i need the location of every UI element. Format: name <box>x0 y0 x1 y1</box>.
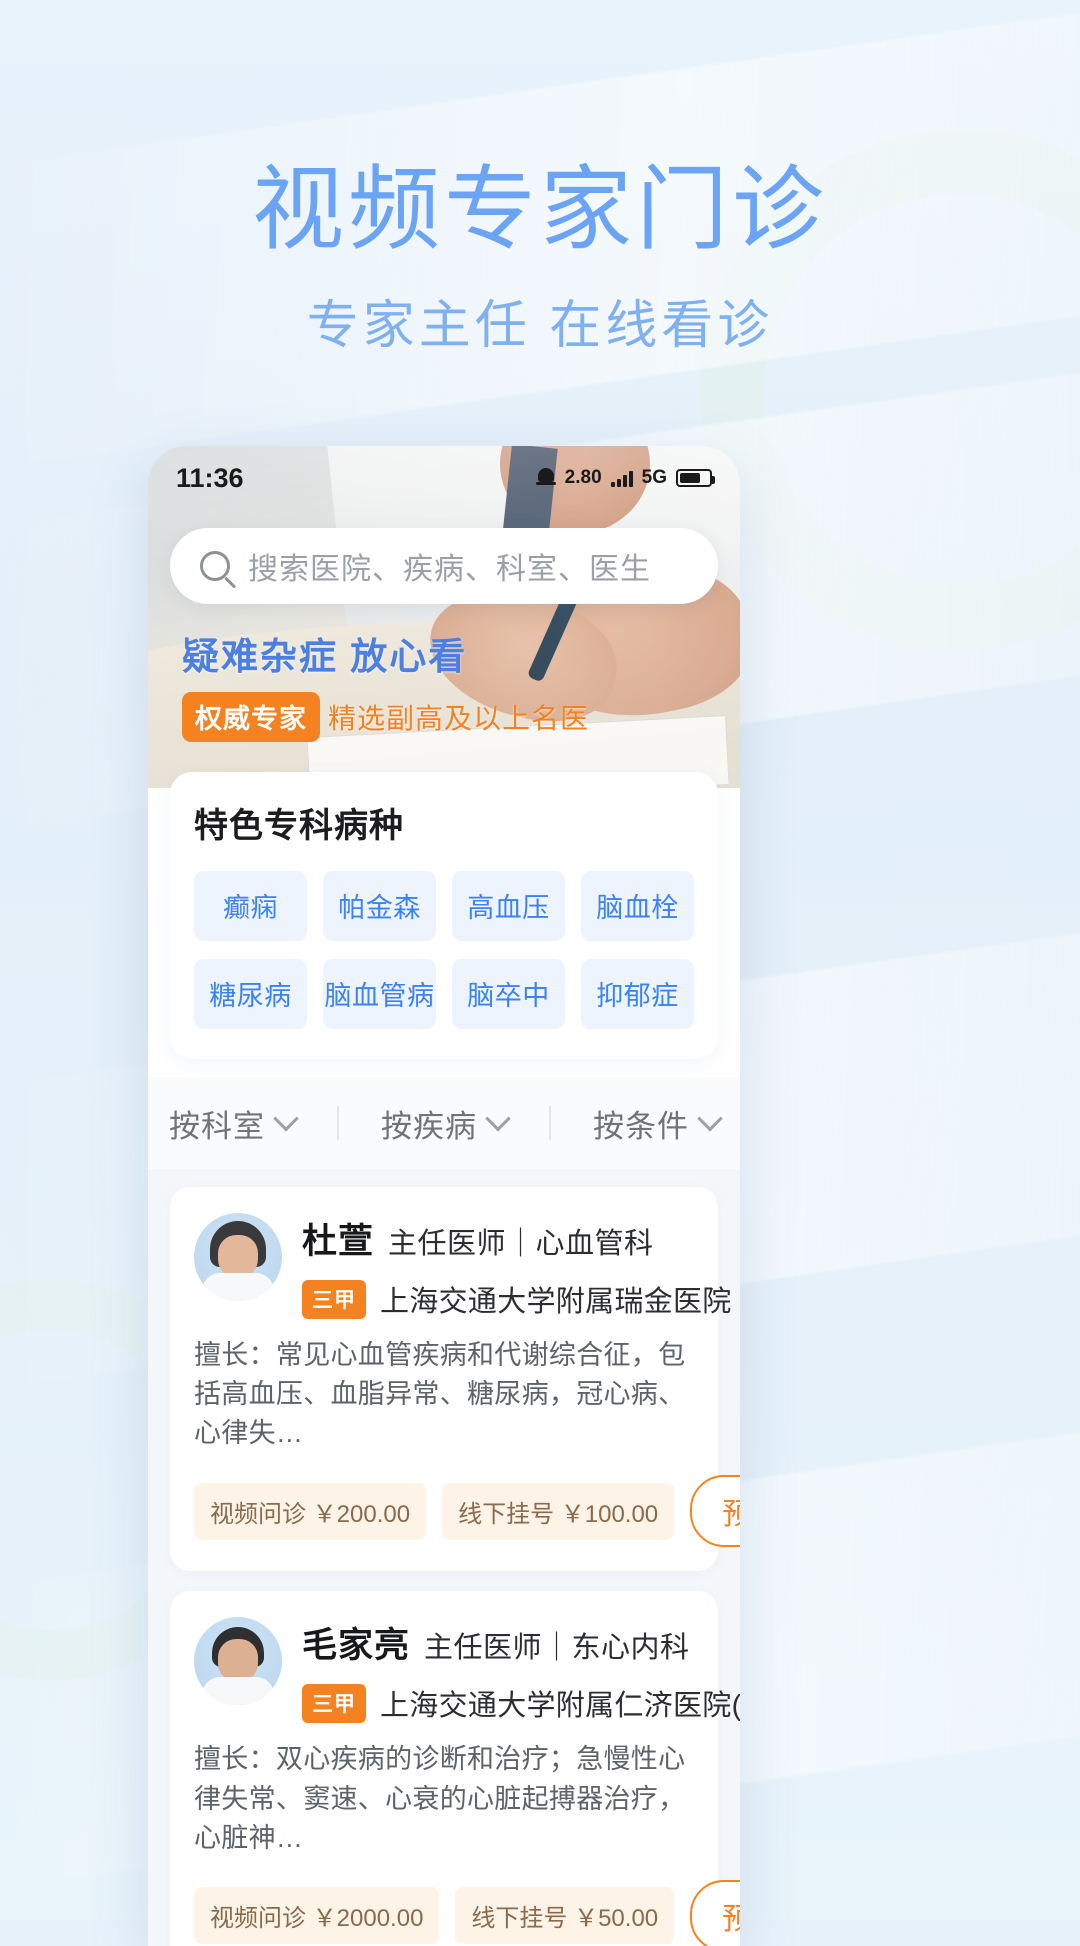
avatar-coat <box>202 1677 274 1706</box>
specialty-tag[interactable]: 帕金森 <box>323 871 436 941</box>
price-video-chip: 视频问诊 ￥200.00 <box>194 1482 427 1540</box>
bell-mute-icon <box>535 468 556 488</box>
hospital-grade-badge: 三甲 <box>302 1279 366 1319</box>
book-button[interactable]: 预约 <box>690 1879 740 1946</box>
doctor-title: 主任医师｜东心内科 <box>424 1632 690 1665</box>
filter-department-label: 按科室 <box>169 1108 265 1144</box>
specialty-tag[interactable]: 癫痫 <box>194 871 307 941</box>
specialty-tag-grid: 癫痫 帕金森 高血压 脑血栓 糖尿病 脑血管病 脑卒中 抑郁症 <box>194 871 694 1029</box>
page-title: 视频专家门诊 <box>251 159 828 261</box>
search-icon <box>200 551 230 581</box>
doctor-list: 杜萱 主任医师｜心血管科 三甲 上海交通大学附属瑞金医院 擅长：常见心血管疾病和… <box>148 1169 740 1946</box>
battery-icon <box>676 469 715 487</box>
phone-mockup: 11:36 2.80 5G 搜索医院、疾病、科室、医生 疑难杂症 放心看 权威专… <box>148 446 740 1946</box>
status-bar-indicators: 2.80 5G <box>535 467 715 489</box>
filter-condition[interactable]: 按条件 <box>593 1101 723 1146</box>
doctor-info: 杜萱 主任医师｜心血管科 三甲 上海交通大学附属瑞金医院 <box>302 1213 731 1320</box>
status-bar-signal-label: 5G <box>641 467 667 488</box>
filter-disease[interactable]: 按疾病 <box>381 1101 511 1146</box>
specialty-tag[interactable]: 抑郁症 <box>581 959 694 1029</box>
filter-bar: 按科室 按疾病 按条件 <box>148 1077 740 1169</box>
doctor-card[interactable]: 杜萱 主任医师｜心血管科 三甲 上海交通大学附属瑞金医院 擅长：常见心血管疾病和… <box>170 1187 740 1572</box>
chevron-down-icon <box>485 1106 511 1132</box>
status-bar: 11:36 2.80 5G <box>148 446 740 510</box>
specialty-tag[interactable]: 脑卒中 <box>452 959 565 1029</box>
price-offline-chip: 线下挂号 ￥50.00 <box>455 1887 675 1945</box>
hero-headline: 视频专家门诊 专家主任 在线看诊 <box>0 159 1080 358</box>
doctor-hospital-row: 三甲 上海交通大学附属瑞金医院 <box>302 1278 731 1320</box>
hospital-grade-badge: 三甲 <box>302 1683 366 1723</box>
status-bar-time: 11:36 <box>176 462 244 493</box>
filter-condition-label: 按条件 <box>593 1108 689 1144</box>
specialty-tag[interactable]: 糖尿病 <box>194 959 307 1029</box>
specialty-tag[interactable]: 高血压 <box>452 871 565 941</box>
chevron-down-icon <box>697 1106 723 1132</box>
filter-disease-label: 按疾病 <box>381 1108 477 1144</box>
signal-bars-icon <box>610 470 633 487</box>
app-hero-image: 11:36 2.80 5G 搜索医院、疾病、科室、医生 疑难杂症 放心看 权威专… <box>148 446 740 788</box>
book-button[interactable]: 预约 <box>690 1475 740 1548</box>
doctor-name-row: 杜萱 主任医师｜心血管科 <box>302 1213 694 1264</box>
avatar <box>194 1213 282 1301</box>
avatar-coat <box>202 1273 274 1301</box>
filter-divider <box>337 1106 339 1140</box>
doctor-footer: 视频问诊 ￥2000.00 线下挂号 ￥50.00 预约 <box>194 1879 740 1946</box>
specialty-tag[interactable]: 脑血管病 <box>323 959 436 1029</box>
specialty-card: 特色专科病种 癫痫 帕金森 高血压 脑血栓 糖尿病 脑血管病 脑卒中 抑郁症 <box>170 772 718 1059</box>
banner-subline: 权威专家 精选副高及以上名医 <box>182 692 589 742</box>
doctor-header: 杜萱 主任医师｜心血管科 三甲 上海交通大学附属瑞金医院 <box>194 1213 731 1320</box>
doctor-expertise: 擅长：双心疾病的诊断和治疗；急慢性心律失常、窦速、心衰的心脏起搏器治疗，心脏神… <box>194 1744 686 1853</box>
avatar <box>194 1617 282 1706</box>
doctor-title: 主任医师｜心血管科 <box>388 1228 654 1260</box>
banner-caption: 疑难杂症 放心看 权威专家 精选副高及以上名医 <box>182 626 589 742</box>
doctor-footer: 视频问诊 ￥200.00 线下挂号 ￥100.00 预约 <box>194 1475 740 1548</box>
banner-headline: 疑难杂症 放心看 <box>182 636 468 677</box>
price-offline-chip: 线下挂号 ￥100.00 <box>442 1482 675 1540</box>
doctor-hospital: 上海交通大学附属仁济医院(东部) <box>380 1690 740 1723</box>
page-subtitle: 专家主任 在线看诊 <box>306 297 774 356</box>
chevron-down-icon <box>273 1106 299 1132</box>
status-bar-network-label: 2.80 <box>564 467 602 488</box>
doctor-info: 毛家亮 主任医师｜东心内科 三甲 上海交通大学附属仁济医院(东部) <box>302 1617 740 1724</box>
doctor-hospital-row: 三甲 上海交通大学附属仁济医院(东部) <box>302 1682 740 1724</box>
search-bar[interactable]: 搜索医院、疾病、科室、医生 <box>170 528 718 604</box>
specialty-tag[interactable]: 脑血栓 <box>581 871 694 941</box>
doctor-name: 毛家亮 <box>302 1626 411 1666</box>
doctor-name-row: 毛家亮 主任医师｜东心内科 <box>302 1617 694 1668</box>
doctor-hospital: 上海交通大学附属瑞金医院 <box>380 1286 732 1318</box>
banner-subtext: 精选副高及以上名医 <box>328 703 590 734</box>
search-input[interactable]: 搜索医院、疾病、科室、医生 <box>248 544 651 588</box>
specialty-card-title: 特色专科病种 <box>194 807 404 845</box>
filter-divider <box>549 1106 551 1140</box>
doctor-card[interactable]: 毛家亮 主任医师｜东心内科 三甲 上海交通大学附属仁济医院(东部) 擅长：双心疾… <box>170 1591 740 1946</box>
doctor-header: 毛家亮 主任医师｜东心内科 三甲 上海交通大学附属仁济医院(东部) <box>194 1617 740 1724</box>
doctor-name: 杜萱 <box>302 1222 375 1261</box>
filter-department[interactable]: 按科室 <box>169 1101 299 1146</box>
doctor-expertise: 擅长：常见心血管疾病和代谢综合征，包括高血压、血脂异常、糖尿病，冠心病、心律失… <box>194 1340 686 1449</box>
price-video-chip: 视频问诊 ￥2000.00 <box>194 1887 440 1945</box>
authority-badge: 权威专家 <box>182 692 320 742</box>
